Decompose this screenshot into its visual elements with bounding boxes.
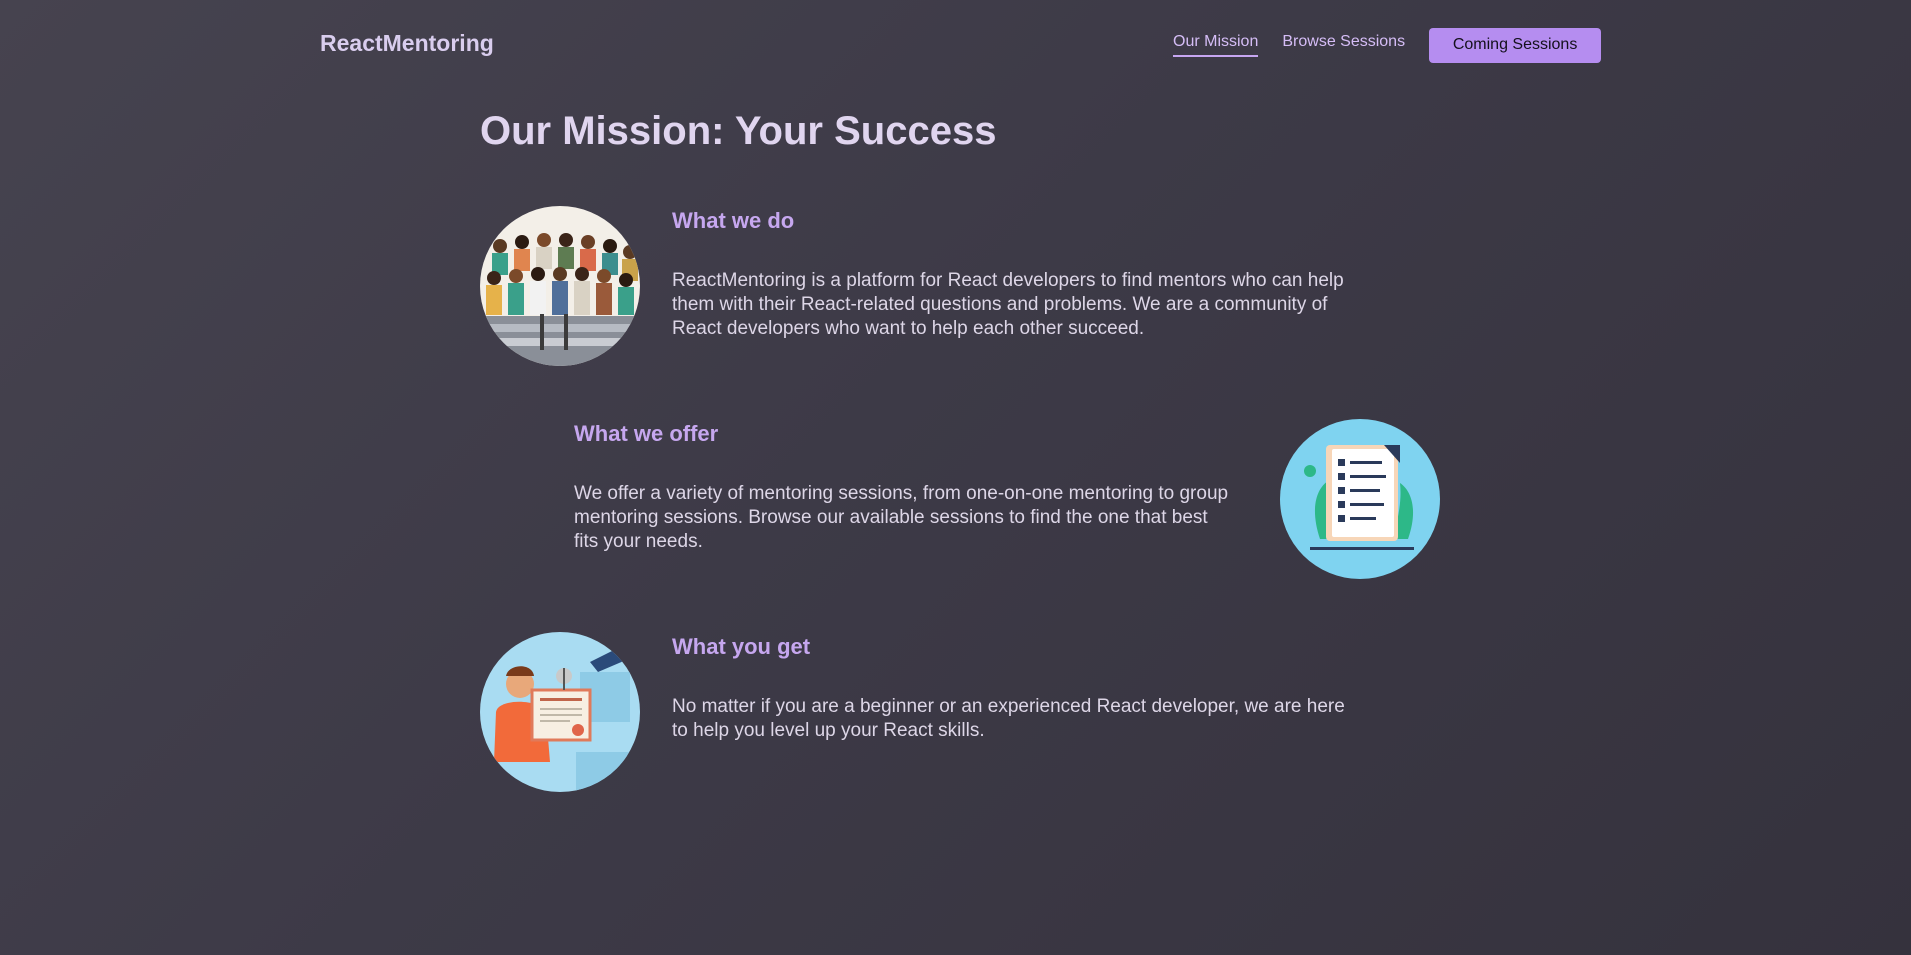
site-header: ReactMentoring Our Mission Browse Sessio…: [0, 0, 1911, 90]
section-heading: What you get: [672, 634, 811, 659]
section-heading: What we do: [672, 208, 795, 233]
checklist-illustration: [1280, 419, 1440, 579]
nav-our-mission[interactable]: Our Mission: [1173, 33, 1259, 57]
section-what-we-offer: What we offer We offer a variety of ment…: [574, 421, 1234, 554]
main-nav: Our Mission Browse Sessions Coming Sessi…: [1173, 27, 1602, 63]
section-what-we-do: What we do ReactMentoring is a platform …: [672, 208, 1352, 341]
section-text: ReactMentoring is a platform for React d…: [672, 270, 1344, 339]
section-text: No matter if you are a beginner or an ex…: [672, 696, 1345, 741]
section-what-you-get: What you get No matter if you are a begi…: [672, 634, 1352, 743]
section-text: We offer a variety of mentoring sessions…: [574, 483, 1229, 552]
coming-sessions-button[interactable]: Coming Sessions: [1429, 27, 1602, 63]
nav-browse-sessions[interactable]: Browse Sessions: [1282, 33, 1405, 57]
community-image: [480, 206, 640, 366]
community-illustration: [480, 206, 640, 366]
page-title: Our Mission: Your Success: [480, 109, 997, 153]
site-logo[interactable]: ReactMentoring: [320, 30, 494, 57]
checklist-image: [1280, 419, 1440, 579]
section-heading: What we offer: [574, 421, 719, 446]
certificate-image: [480, 632, 640, 792]
certificate-illustration: [480, 632, 640, 792]
